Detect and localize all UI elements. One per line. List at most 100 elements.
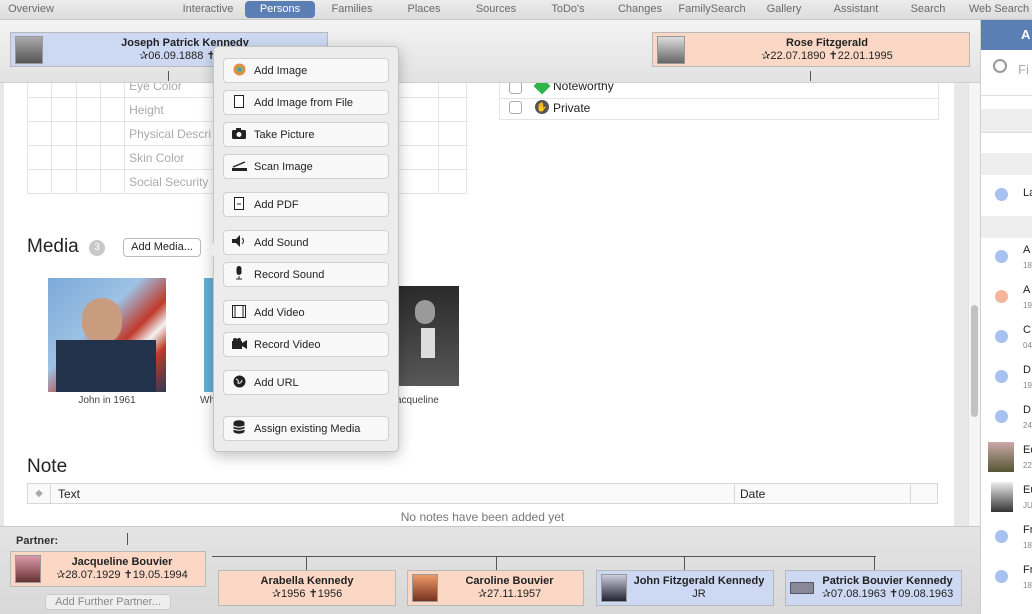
- flag-row-private: ✋ Private: [499, 96, 939, 120]
- father-photo: [15, 35, 43, 64]
- color-wheel-icon: [230, 63, 248, 79]
- media-thumbnail-jacqueline[interactable]: [397, 286, 459, 386]
- sidebar-person-date: 18: [1023, 541, 1032, 550]
- menu-assign-existing-media[interactable]: Assign existing Media: [223, 416, 389, 441]
- note-section-title: Note: [27, 456, 68, 477]
- media-thumbnail-john-1961[interactable]: [48, 278, 166, 392]
- menu-add-url[interactable]: Add URL: [223, 370, 389, 395]
- person-detail-content: Eye Color Height Physical Descri Skin Co…: [4, 83, 954, 526]
- child-name: Patrick Bouvier Kennedy: [822, 575, 953, 587]
- person-dot-icon: [995, 290, 1008, 303]
- menu-add-video[interactable]: Add Video: [223, 300, 389, 325]
- file-icon: [230, 94, 248, 111]
- child-photo: [412, 574, 438, 602]
- tag-icon: ◆: [28, 484, 51, 503]
- popover-arrow: [207, 243, 214, 257]
- sidebar-person-name[interactable]: Fr: [1023, 524, 1032, 536]
- sidebar-search-field[interactable]: Fi: [981, 50, 1032, 96]
- sidebar-person-name[interactable]: Ed: [1023, 444, 1032, 456]
- sidebar-person-name[interactable]: La: [1023, 187, 1032, 199]
- mother-card[interactable]: Rose Fitzgerald ✰22.07.1890 ✝22.01.1995: [652, 32, 970, 67]
- private-checkbox[interactable]: [509, 101, 522, 114]
- tab-assistant[interactable]: Assistant: [826, 0, 886, 18]
- sidebar-person-name[interactable]: D: [1023, 364, 1031, 376]
- parents-bar: Joseph Patrick Kennedy ✰06.09.1888 ✝18. …: [0, 20, 980, 83]
- mother-name: Rose Fitzgerald: [786, 36, 868, 49]
- sidebar-person-name[interactable]: Eu: [1023, 484, 1032, 496]
- menu-take-picture[interactable]: Take Picture: [223, 122, 389, 147]
- private-label: Private: [553, 101, 591, 115]
- tab-persons[interactable]: Persons: [245, 1, 315, 18]
- tab-places[interactable]: Places: [396, 0, 452, 18]
- tab-web-search[interactable]: Web Search: [966, 0, 1032, 18]
- tab-todos[interactable]: ToDo's: [540, 0, 596, 18]
- sidebar-person-date: 24: [1023, 421, 1032, 430]
- microphone-icon: [230, 266, 248, 283]
- child-dates: JR: [692, 588, 706, 600]
- mother-connector: [810, 71, 811, 81]
- menu-item-label: Record Sound: [254, 268, 325, 281]
- add-further-partner-button[interactable]: Add Further Partner...: [45, 594, 171, 610]
- menu-item-label: Add URL: [254, 376, 299, 389]
- menu-record-sound[interactable]: Record Sound: [223, 262, 389, 287]
- tab-families[interactable]: Families: [320, 0, 384, 18]
- person-dot-icon: [995, 570, 1008, 583]
- persons-sidebar: A Fi La A 18 A 19 C 04 D 19 D 24 Ed 22 E…: [980, 20, 1032, 614]
- sidebar-person-date: 19: [1023, 301, 1032, 310]
- partner-card[interactable]: Jacqueline Bouvier ✰28.07.1929 ✝19.05.19…: [10, 551, 206, 587]
- tab-interactive[interactable]: Interactive: [172, 0, 244, 18]
- person-detail-pane: Eye Color Height Physical Descri Skin Co…: [0, 83, 968, 526]
- sidebar-person-name[interactable]: Fr: [1023, 564, 1032, 576]
- media-caption: acqueline: [396, 395, 439, 406]
- tab-changes[interactable]: Changes: [610, 0, 670, 18]
- sidebar-person-name[interactable]: A: [1023, 284, 1030, 296]
- tab-gallery[interactable]: Gallery: [756, 0, 812, 18]
- child-card[interactable]: John Fitzgerald Kennedy JR: [596, 570, 774, 606]
- menu-item-label: Take Picture: [254, 128, 315, 141]
- child-card[interactable]: Arabella Kennedy ✰1956 ✝1956: [218, 570, 396, 606]
- sidebar-person-date: 18: [1023, 261, 1032, 270]
- sidebar-person-name[interactable]: D: [1023, 404, 1031, 416]
- partner-photo: [15, 555, 41, 583]
- menu-add-sound[interactable]: Add Sound: [223, 230, 389, 255]
- sidebar-person-name[interactable]: C: [1023, 324, 1031, 336]
- person-dot-icon: [995, 250, 1008, 263]
- child-connector: [684, 556, 685, 570]
- child-photo: [790, 582, 814, 594]
- person-dot-icon: [995, 530, 1008, 543]
- scanner-icon: [230, 160, 248, 174]
- menu-record-video[interactable]: Record Video: [223, 332, 389, 357]
- child-card[interactable]: Caroline Bouvier ✰27.11.1957: [407, 570, 584, 606]
- tab-search[interactable]: Search: [902, 0, 954, 18]
- menu-item-label: Add Video: [254, 306, 305, 319]
- person-dot-icon: [995, 188, 1008, 201]
- menu-add-pdf[interactable]: Add PDF: [223, 192, 389, 217]
- notes-column-text[interactable]: Text: [58, 487, 80, 501]
- notes-column-date[interactable]: Date: [740, 487, 765, 501]
- child-card[interactable]: Patrick Bouvier Kennedy ✰07.08.1963 ✝09.…: [785, 570, 962, 606]
- sidebar-person-date: JU: [1023, 501, 1032, 510]
- sidebar-person-name[interactable]: A: [1023, 244, 1030, 256]
- portrait-face: [82, 298, 122, 344]
- noteworthy-checkbox[interactable]: [509, 83, 522, 94]
- noteworthy-label: Noteworthy: [553, 83, 614, 93]
- child-dates: ✰07.08.1963 ✝09.08.1963: [821, 588, 954, 600]
- portrait-suit: [56, 340, 156, 392]
- tab-familysearch[interactable]: FamilySearch: [676, 0, 748, 18]
- menu-item-label: Add Sound: [254, 236, 309, 249]
- portrait-shirt: [421, 328, 435, 358]
- scrollbar-thumb[interactable]: [971, 305, 978, 417]
- add-media-button[interactable]: Add Media...: [123, 238, 201, 257]
- tab-overview[interactable]: Overview: [0, 0, 62, 18]
- menu-scan-image[interactable]: Scan Image: [223, 154, 389, 179]
- menu-add-image[interactable]: Add Image: [223, 58, 389, 83]
- menu-add-image-from-file[interactable]: Add Image from File: [223, 90, 389, 115]
- film-icon: [230, 304, 248, 321]
- add-media-popup-menu: Add Image Add Image from File Take Pictu…: [207, 46, 399, 452]
- pdf-icon: [230, 196, 248, 213]
- sidebar-person-date: 22: [1023, 461, 1032, 470]
- tab-sources[interactable]: Sources: [466, 0, 526, 18]
- menu-item-label: Add PDF: [254, 198, 299, 211]
- main-scrollbar[interactable]: [968, 83, 980, 526]
- person-thumbnail: [991, 482, 1013, 512]
